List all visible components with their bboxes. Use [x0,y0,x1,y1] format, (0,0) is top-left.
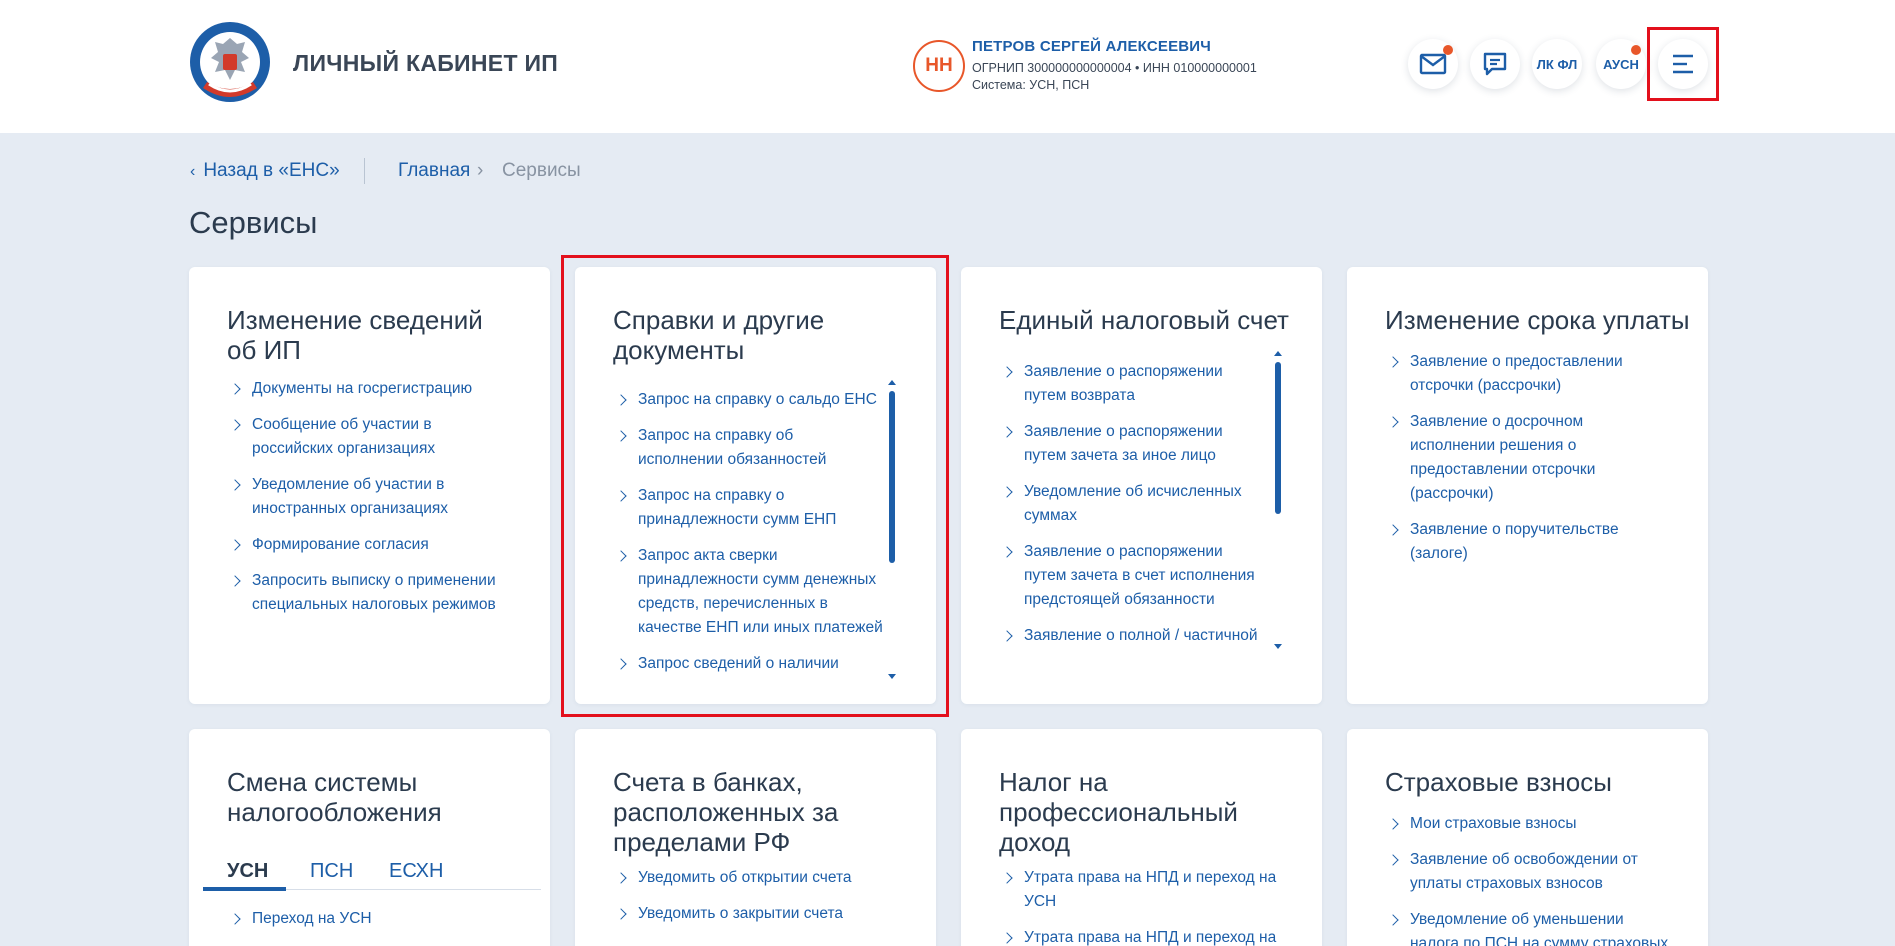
card-title[interactable]: Единый налоговый счет [999,305,1289,335]
service-link[interactable]: Переход на УСН [227,907,372,931]
fns-emblem-logo[interactable] [187,20,273,108]
service-link[interactable]: Заявление о распоряжении путем возврата [999,360,1299,408]
service-link[interactable]: Заявление об освобождении от уплаты страх… [1385,848,1668,896]
breadcrumb-separator: › [477,160,484,181]
service-link[interactable]: Запросить выписку о применении специальны… [227,569,496,617]
service-list: Документы на госрегистрацию Сообщение об… [227,377,496,629]
user-info: ПЕТРОВ СЕРГЕЙ АЛЕКСЕЕВИЧ ОГРНИП 30000000… [972,38,1257,92]
card-payment-deadline: Изменение срока уплаты Заявление о предо… [1347,267,1708,704]
ausn-label: АУСН [1603,56,1639,72]
user-ids: ОГРНИП 300000000000004 • ИНН 01000000000… [972,61,1257,75]
service-link[interactable]: Утрата права на НПД и переход на [999,926,1276,946]
user-avatar[interactable]: НН [913,40,965,92]
card-npd: Налог на профессиональный доход Утрата пра… [961,729,1322,946]
user-tax-system: Система: УСН, ПСН [972,78,1090,92]
app-title: ЛИЧНЫЙ КАБИНЕТ ИП [293,50,559,76]
menu-highlight-box [1647,27,1719,101]
page-title: Сервисы [189,205,318,240]
card-title[interactable]: Смена системы налогообложения [227,767,442,827]
service-list: Заявление о распоряжении путем возврата З… [999,360,1299,660]
service-list: Переход на УСН [227,907,372,943]
breadcrumb-current: Сервисы [502,160,581,181]
scroll-down-arrow[interactable] [1274,644,1282,649]
service-link[interactable]: Заявление о предоставлении отсрочки (расс… [1385,350,1623,398]
user-name[interactable]: ПЕТРОВ СЕРГЕЙ АЛЕКСЕЕВИЧ [972,38,1257,55]
top-header: ЛИЧНЫЙ КАБИНЕТ ИП НН ПЕТРОВ СЕРГЕЙ АЛЕКС… [0,0,1895,133]
card-change-info: Изменение сведений об ИП Документы на гос… [189,267,550,704]
service-link[interactable]: Формирование согласия [227,533,496,557]
notification-dot [1443,45,1453,55]
service-link[interactable]: Заявление о полной / частичной [999,624,1299,648]
service-link[interactable]: Уведомление об участии в иностранных орга… [227,473,496,521]
back-to-ens-link[interactable]: ‹ Назад в «ЕНС» [190,160,340,182]
service-link[interactable]: Заявление о распоряжении путем зачета за … [999,420,1299,468]
chat-icon [1483,52,1507,76]
scroll-up-arrow[interactable] [1274,351,1282,356]
service-link[interactable]: Уведомление об исчисленных суммах [999,480,1299,528]
chat-button[interactable] [1470,39,1520,89]
card-ens: Единый налоговый счет Заявление о распор… [961,267,1322,704]
breadcrumb-divider [364,158,365,184]
service-link[interactable]: Заявление о поручительстве (залоге) [1385,518,1623,566]
ausn-button[interactable]: АУСН [1596,39,1646,89]
lk-fl-label: ЛК ФЛ [1536,56,1578,72]
card-tax-system-change: Смена системы налогообложения УСН ПСН ЕСХ… [189,729,550,946]
service-list: Уведомить об открытии счета Уведомить о … [613,866,852,938]
service-link[interactable]: Заявление о досрочном исполнении решения … [1385,410,1623,506]
chevron-left-icon: ‹ [190,163,196,180]
card-title[interactable]: Счета в банках, расположенных за пределами… [613,767,838,857]
service-link[interactable]: Уведомить об открытии счета [613,866,852,890]
active-tab-indicator [203,887,286,891]
card-title[interactable]: Налог на профессиональный доход [999,767,1238,857]
service-link[interactable]: Утрата права на НПД и переход на УСН [999,866,1276,914]
mail-button[interactable] [1408,39,1458,89]
service-link[interactable]: Мои страховые взносы [1385,812,1668,836]
card-title[interactable]: Страховые взносы [1385,767,1612,797]
card-foreign-bank-accounts: Счета в банках, расположенных за пределами… [575,729,936,946]
service-list: Заявление о предоставлении отсрочки (расс… [1385,350,1623,578]
service-link[interactable]: Уведомление об уменьшении налога по ПСН н… [1385,908,1668,946]
service-link[interactable]: Документы на госрегистрацию [227,377,496,401]
service-list: Утрата права на НПД и переход на УСН Утра… [999,866,1276,946]
service-link[interactable]: Заявление о распоряжении путем зачета в с… [999,540,1299,612]
scrollbar-thumb[interactable] [1275,362,1281,514]
card-title[interactable]: Изменение срока уплаты [1385,305,1690,335]
service-link[interactable]: Сообщение об участии в российских организ… [227,413,496,461]
tax-system-tabs: УСН ПСН ЕСХН [203,860,541,891]
service-list: Мои страховые взносы Заявление об освобо… [1385,812,1668,946]
notification-dot [1631,45,1641,55]
card-title[interactable]: Изменение сведений об ИП [227,305,483,365]
mail-icon [1419,53,1447,75]
back-link-label: Назад в «ЕНС» [203,160,340,181]
service-link[interactable]: Уведомить о закрытии счета [613,902,852,926]
tab-psn[interactable]: ПСН [310,860,353,883]
card-insurance-contributions: Страховые взносы Мои страховые взносы За… [1347,729,1708,946]
breadcrumb-home[interactable]: Главная [398,160,470,182]
tab-usn[interactable]: УСН [227,860,268,883]
card-highlight-box [561,255,949,717]
tab-eshn[interactable]: ЕСХН [389,860,443,883]
lk-fl-button[interactable]: ЛК ФЛ [1532,39,1582,89]
